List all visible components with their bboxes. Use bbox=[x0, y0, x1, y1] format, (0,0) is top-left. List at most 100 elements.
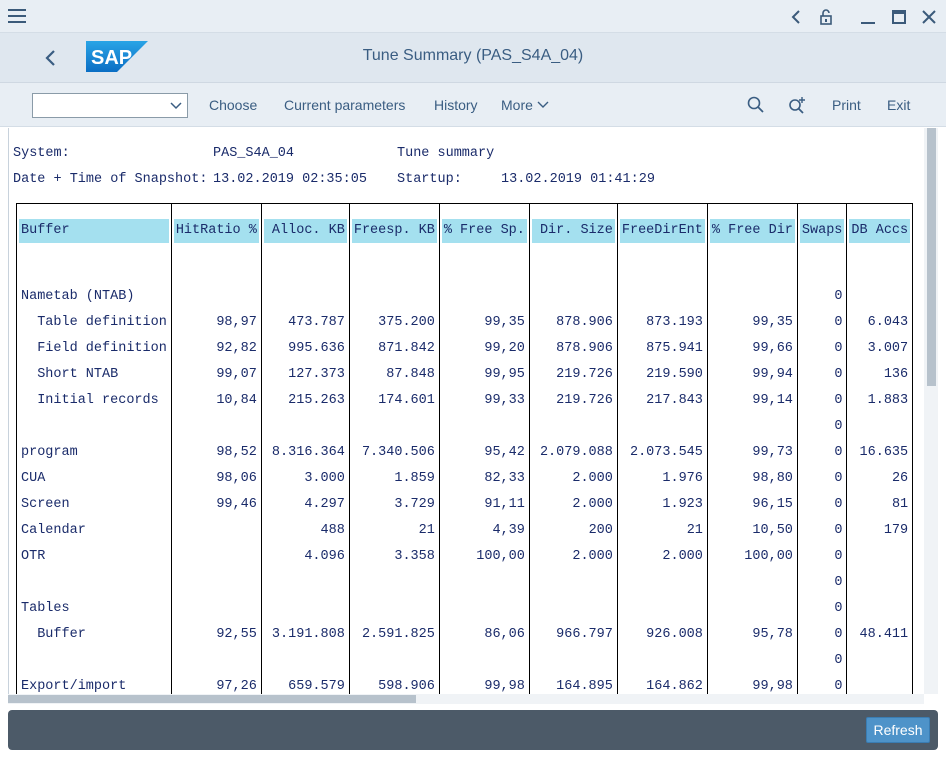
column-header[interactable]: Swaps bbox=[796, 203, 848, 258]
column-header-label: Dir. Size bbox=[531, 218, 615, 243]
column-header[interactable]: DB Accs bbox=[846, 203, 914, 258]
table-cell: 95,42 bbox=[438, 439, 530, 466]
table-cell bbox=[846, 413, 914, 440]
table-cell bbox=[846, 283, 914, 310]
maximize-icon[interactable] bbox=[888, 6, 910, 28]
table-cell: 99,35 bbox=[438, 309, 530, 336]
table-row[interactable]: Short NTAB 99,07 127.373 87.848 99,95 219.726… bbox=[16, 361, 914, 388]
exit-button[interactable]: Exit bbox=[887, 97, 910, 113]
column-header[interactable]: Buffer bbox=[16, 203, 172, 258]
table-row[interactable]: program 98,52 8.316.364 7.340.506 95,42 2.079… bbox=[16, 439, 914, 466]
column-header[interactable]: FreeDirEnt bbox=[616, 203, 708, 258]
table-row[interactable]: Tables 0 bbox=[16, 595, 914, 622]
table-cell: 6.043 bbox=[846, 309, 914, 336]
table-cell: 1.883 bbox=[846, 387, 914, 414]
table-cell bbox=[348, 257, 440, 284]
minimize-icon[interactable] bbox=[857, 6, 879, 28]
table-cell bbox=[348, 595, 440, 622]
table-row[interactable]: Table definition 98,97 473.787 375.200 99,35… bbox=[16, 309, 914, 336]
toolbar: Choose Current parameters History More P… bbox=[0, 83, 946, 127]
table-cell: 16.635 bbox=[846, 439, 914, 466]
table-cell bbox=[706, 647, 798, 674]
horizontal-scrollbar[interactable] bbox=[8, 694, 924, 704]
column-header[interactable]: Alloc. KB bbox=[260, 203, 350, 258]
column-header[interactable]: % Free Sp. bbox=[438, 203, 530, 258]
startup-label: Startup: bbox=[397, 172, 462, 187]
chevron-left-icon[interactable] bbox=[785, 6, 807, 28]
table-cell: 0 bbox=[796, 439, 848, 466]
table-row[interactable]: CUA 98,06 3.000 1.859 82,33 2.000 1.976 98,80 0 2… bbox=[16, 465, 914, 492]
table-cell bbox=[616, 257, 708, 284]
table-cell bbox=[528, 595, 618, 622]
search-plus-icon[interactable] bbox=[787, 95, 807, 115]
table-cell: 0 bbox=[796, 465, 848, 492]
table-cell: 375.200 bbox=[348, 309, 440, 336]
table-row[interactable]: Screen 99,46 4.297 3.729 91,11 2.000 1.923 96,1… bbox=[16, 491, 914, 518]
more-menu-button[interactable]: More bbox=[501, 97, 549, 113]
table-cell: 0 bbox=[796, 647, 848, 674]
table-row[interactable]: Export/import 97,26 659.579 598.906 99,98 164… bbox=[16, 673, 914, 694]
table-row[interactable] bbox=[16, 257, 914, 284]
table-cell: 99,73 bbox=[706, 439, 798, 466]
table-cell: 4.096 bbox=[260, 543, 350, 570]
table-cell bbox=[170, 569, 262, 596]
table-cell: 8.316.364 bbox=[260, 439, 350, 466]
table-cell: 164.862 bbox=[616, 673, 708, 694]
table-cell: 488 bbox=[260, 517, 350, 544]
table-cell bbox=[260, 569, 350, 596]
table-row[interactable]: Buffer 92,55 3.191.808 2.591.825 86,06 966.79… bbox=[16, 621, 914, 648]
table-cell: Screen bbox=[16, 491, 172, 518]
close-icon[interactable] bbox=[918, 6, 940, 28]
choose-button[interactable]: Choose bbox=[209, 97, 257, 113]
table-cell: 875.941 bbox=[616, 335, 708, 362]
table-cell: 98,80 bbox=[706, 465, 798, 492]
vertical-scroll-thumb[interactable] bbox=[927, 128, 936, 386]
table-cell: 92,55 bbox=[170, 621, 262, 648]
table-cell bbox=[528, 257, 618, 284]
table-cell bbox=[438, 283, 530, 310]
column-header[interactable]: Dir. Size bbox=[528, 203, 618, 258]
table-cell: 87.848 bbox=[348, 361, 440, 388]
table-cell bbox=[616, 569, 708, 596]
table-cell bbox=[348, 647, 440, 674]
menu-icon[interactable] bbox=[8, 9, 26, 23]
column-header[interactable]: % Free Dir bbox=[706, 203, 798, 258]
table-row[interactable]: OTR 4.096 3.358 100,00 2.000 2.000 100,00 0 bbox=[16, 543, 914, 570]
table-cell bbox=[260, 647, 350, 674]
table-cell: 4.297 bbox=[260, 491, 350, 518]
refresh-button[interactable]: Refresh bbox=[866, 717, 930, 743]
table-row[interactable]: Initial records 10,84 215.263 174.601 99,33 2… bbox=[16, 387, 914, 414]
table-row[interactable]: Nametab (NTAB) 0 bbox=[16, 283, 914, 310]
table-cell: 0 bbox=[796, 621, 848, 648]
table-cell: 174.601 bbox=[348, 387, 440, 414]
table-cell: Export/import bbox=[16, 673, 172, 694]
table-cell: 1.859 bbox=[348, 465, 440, 492]
search-icon[interactable] bbox=[746, 95, 766, 115]
table-row[interactable]: 0 bbox=[16, 413, 914, 440]
column-header-label: % Free Dir bbox=[709, 218, 795, 243]
print-button[interactable]: Print bbox=[832, 97, 861, 113]
column-header[interactable]: HitRatio % bbox=[170, 203, 262, 258]
table-cell bbox=[438, 569, 530, 596]
current-parameters-button[interactable]: Current parameters bbox=[284, 97, 405, 113]
lock-icon[interactable] bbox=[815, 6, 837, 28]
table-cell bbox=[16, 647, 172, 674]
table-cell: 2.000 bbox=[528, 465, 618, 492]
column-header-label: % Free Sp. bbox=[441, 218, 527, 243]
table-cell bbox=[348, 569, 440, 596]
table-cell: 3.007 bbox=[846, 335, 914, 362]
table-row[interactable]: Field definition 92,82 995.636 871.842 99,20… bbox=[16, 335, 914, 362]
action-dropdown[interactable] bbox=[32, 93, 188, 118]
column-header[interactable]: Freesp. KB bbox=[348, 203, 440, 258]
table-cell: Table definition bbox=[16, 309, 172, 336]
horizontal-scroll-thumb[interactable] bbox=[8, 695, 416, 703]
table-cell: 0 bbox=[796, 335, 848, 362]
table-row[interactable]: 0 bbox=[16, 569, 914, 596]
table-row[interactable]: 0 bbox=[16, 647, 914, 674]
table-cell bbox=[16, 569, 172, 596]
vertical-scrollbar[interactable] bbox=[924, 128, 938, 694]
table-cell bbox=[438, 413, 530, 440]
table-row[interactable]: Calendar 488 21 4,39 200 21 10,50 0 179 bbox=[16, 517, 914, 544]
table-cell: 164.895 bbox=[528, 673, 618, 694]
history-button[interactable]: History bbox=[434, 97, 478, 113]
